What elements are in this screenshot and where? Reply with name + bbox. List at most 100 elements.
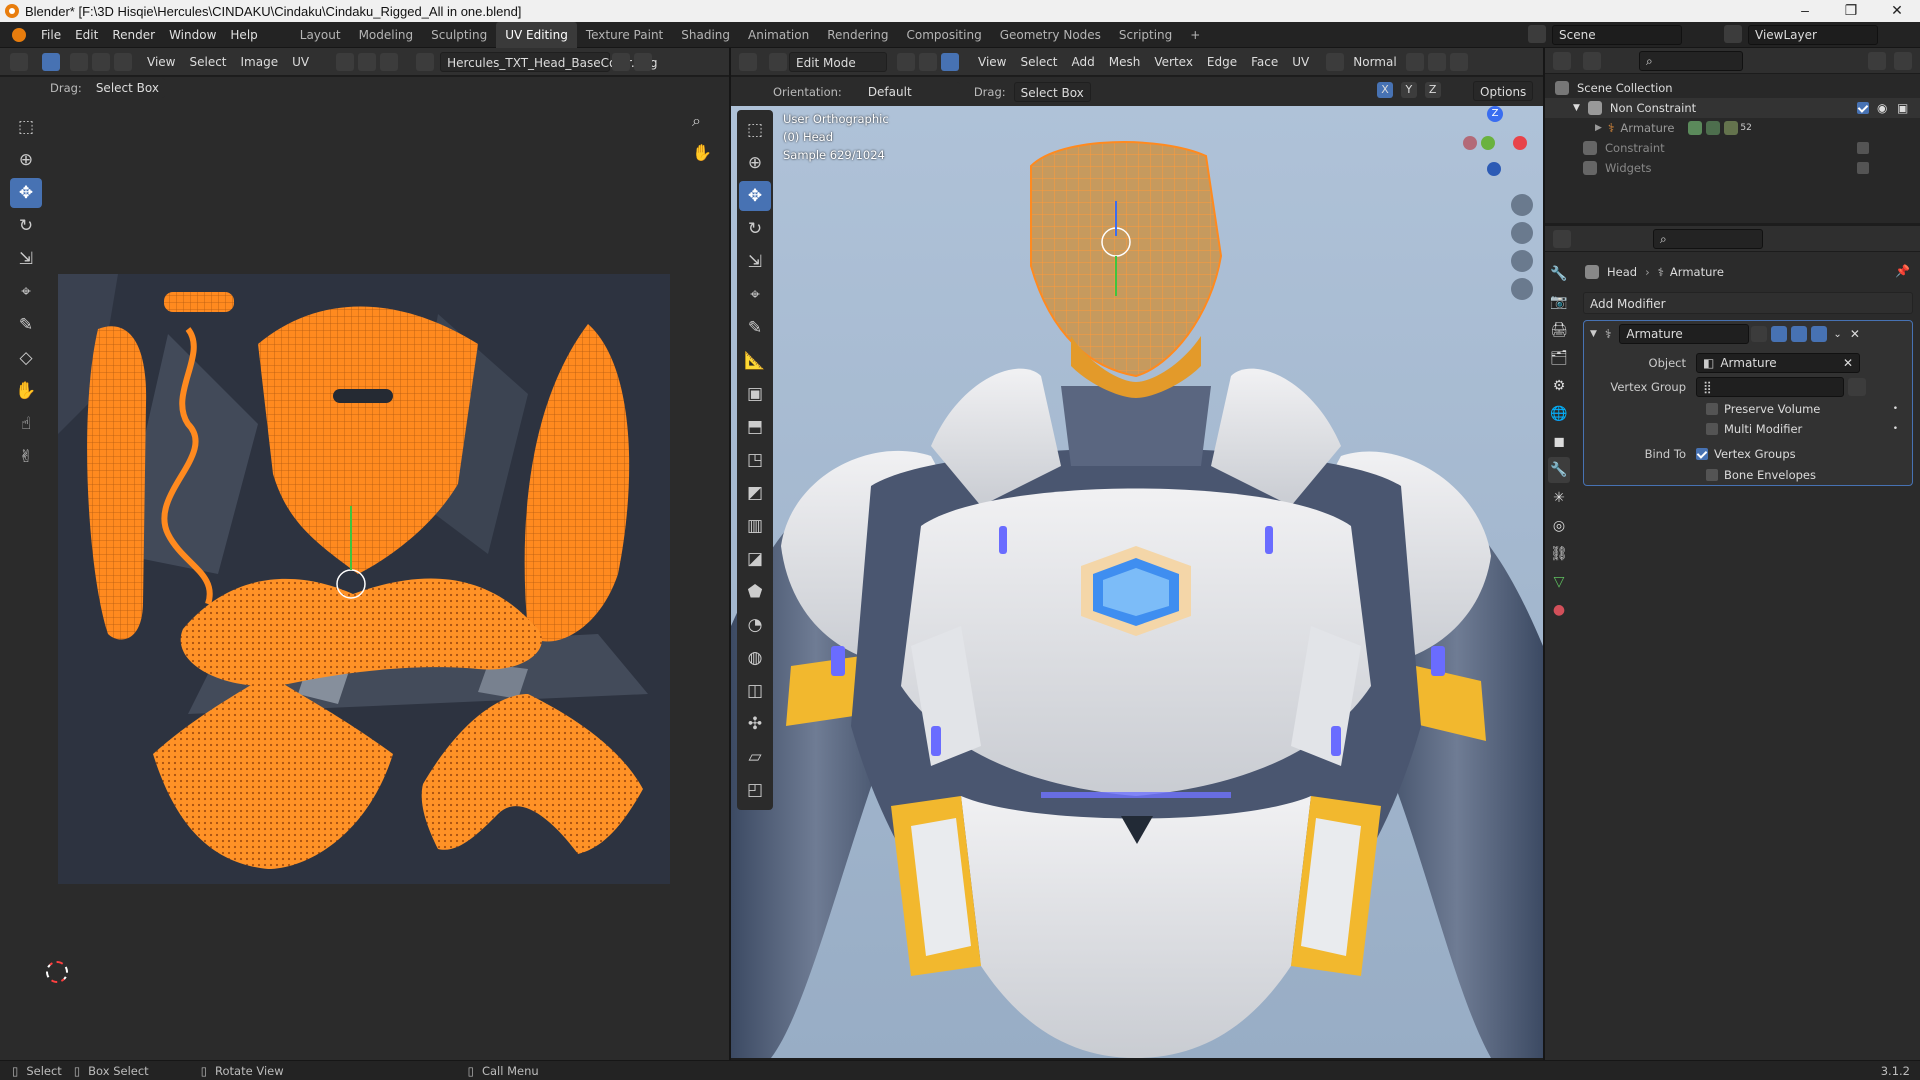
vp-menu-uv[interactable]: UV <box>1285 55 1316 69</box>
rip-tool-icon[interactable]: ◇ <box>10 343 42 373</box>
new-image-icon[interactable] <box>634 52 653 71</box>
modifier-menu-icon[interactable]: ⌄ <box>1833 329 1841 340</box>
pan-hand-icon[interactable]: ✋ <box>692 143 712 162</box>
uv-menu-image[interactable]: Image <box>234 55 286 69</box>
move-tool-icon[interactable]: ✥ <box>10 178 42 208</box>
tab-geometry-nodes[interactable]: Geometry Nodes <box>991 22 1110 48</box>
grab-tool-icon[interactable]: ✋ <box>10 376 42 406</box>
animate-property-icon[interactable]: • <box>1893 404 1898 414</box>
world-tab-icon[interactable]: 🌐 <box>1548 401 1570 427</box>
cursor-tool-icon[interactable]: ⊕ <box>10 145 42 175</box>
tab-rendering[interactable]: Rendering <box>818 22 897 48</box>
spin-icon[interactable]: ◔ <box>739 610 771 640</box>
annotate-tool-icon[interactable]: ✎ <box>10 310 42 340</box>
tab-compositing[interactable]: Compositing <box>897 22 990 48</box>
edit-mode-toggle-icon[interactable] <box>1751 326 1768 342</box>
pivot-icon[interactable] <box>336 52 355 71</box>
transform-orientation-dropdown[interactable]: Normal <box>1346 55 1403 69</box>
proportional-edit-icon[interactable] <box>1449 52 1468 71</box>
knife-icon[interactable]: ◪ <box>739 544 771 574</box>
preserve-volume-row[interactable]: Preserve Volume • <box>1584 399 1912 419</box>
vp-menu-edge[interactable]: Edge <box>1200 55 1244 69</box>
constraints-tab-icon[interactable]: ⛓ <box>1548 541 1570 567</box>
vp-select-box-icon[interactable]: ⬚ <box>739 115 771 145</box>
uv-menu-uv[interactable]: UV <box>285 55 316 69</box>
vp-drag-dropdown[interactable]: Select Box <box>1013 81 1091 102</box>
edge-select-icon[interactable] <box>92 52 110 71</box>
multi-modifier-checkbox[interactable] <box>1706 423 1718 435</box>
vp-measure-icon[interactable]: 📐 <box>739 346 771 376</box>
vp-scale-icon[interactable]: ⇲ <box>739 247 771 277</box>
tab-layout[interactable]: Layout <box>291 22 350 48</box>
rip-region-icon[interactable]: ◰ <box>739 775 771 805</box>
modifier-collapse-icon[interactable]: ▼ <box>1590 329 1597 339</box>
gizmo-z-axis[interactable]: Z <box>1487 106 1503 122</box>
vp-move-icon[interactable]: ✥ <box>739 181 771 211</box>
gizmo-x-axis[interactable] <box>1513 136 1527 150</box>
tab-shading[interactable]: Shading <box>672 22 739 48</box>
gizmo-neg-z-axis[interactable] <box>1487 162 1501 176</box>
loop-cut-icon[interactable]: ▥ <box>739 511 771 541</box>
outliner-row-constraint[interactable]: Constraint <box>1545 138 1920 158</box>
axis-z-toggle[interactable]: Z <box>1424 82 1441 98</box>
scene-tab-icon[interactable]: ⚙ <box>1548 373 1570 399</box>
vertex-groups-checkbox[interactable] <box>1696 448 1708 460</box>
snap-toggle-icon[interactable] <box>1427 52 1446 71</box>
tab-animation[interactable]: Animation <box>739 22 818 48</box>
remove-modifier-icon[interactable]: ✕ <box>1850 327 1860 341</box>
vertex-mode-icon[interactable] <box>897 52 915 71</box>
tool-tab-icon[interactable]: 🔧 <box>1548 261 1570 287</box>
orientation-dropdown[interactable]: Default <box>861 81 960 102</box>
image-browse-icon[interactable] <box>416 52 435 71</box>
outliner-row-widgets[interactable]: Widgets <box>1545 158 1920 178</box>
editor-type-icon[interactable] <box>10 52 28 71</box>
menu-window[interactable]: Window <box>162 22 223 48</box>
zoom-view-icon[interactable] <box>1511 194 1533 216</box>
options-dropdown[interactable]: Options <box>1473 81 1534 101</box>
rotate-tool-icon[interactable]: ↻ <box>10 211 42 241</box>
vertex-group-field[interactable]: ⣿ <box>1696 377 1844 397</box>
tab-texture-paint[interactable]: Texture Paint <box>577 22 672 48</box>
clear-object-icon[interactable]: ✕ <box>1843 354 1853 372</box>
vertex-select-icon[interactable] <box>70 52 88 71</box>
object-tab-icon[interactable]: ◼ <box>1548 429 1570 455</box>
select-box-tool-icon[interactable]: ⬚ <box>10 112 42 142</box>
viewport-toggle-icon[interactable] <box>1791 326 1808 342</box>
navigation-gizmo[interactable]: Z <box>1463 106 1535 182</box>
vp-annotate-icon[interactable]: ✎ <box>739 313 771 343</box>
vp-menu-view[interactable]: View <box>971 55 1013 69</box>
poly-build-icon[interactable]: ⬟ <box>739 577 771 607</box>
filter-icon[interactable] <box>1868 51 1886 70</box>
menu-help[interactable]: Help <box>223 22 264 48</box>
uv-sync-icon[interactable] <box>42 52 60 71</box>
render-toggle-icon[interactable] <box>1811 326 1828 342</box>
uv-texture-canvas[interactable] <box>58 274 670 884</box>
bone-envelopes-checkbox[interactable] <box>1706 469 1718 481</box>
axis-y-toggle[interactable]: Y <box>1400 82 1417 98</box>
vp-menu-face[interactable]: Face <box>1244 55 1285 69</box>
uv-menu-select[interactable]: Select <box>182 55 233 69</box>
gizmo-y-axis[interactable] <box>1481 136 1495 150</box>
vp-cursor-icon[interactable]: ⊕ <box>739 148 771 178</box>
vp-menu-add[interactable]: Add <box>1065 55 1102 69</box>
exclude-checkbox[interactable] <box>1857 162 1869 174</box>
outliner-editor-icon[interactable] <box>1553 51 1571 70</box>
add-workspace-button[interactable]: + <box>1181 22 1209 48</box>
view-layer-selector[interactable]: ViewLayer <box>1748 25 1878 45</box>
extrude-icon[interactable]: ⬒ <box>739 412 771 442</box>
properties-search-field[interactable]: ⌕ <box>1653 228 1763 249</box>
edge-slide-icon[interactable]: ◫ <box>739 676 771 706</box>
pivot-point-icon[interactable] <box>1405 52 1424 71</box>
menu-edit[interactable]: Edit <box>68 22 105 48</box>
transform-tool-icon[interactable]: ⌖ <box>10 277 42 307</box>
outliner-row-armature[interactable]: ▶ ⚕ Armature 52 <box>1545 118 1920 138</box>
maximize-button[interactable]: ❐ <box>1828 0 1874 22</box>
outliner-row-non-constraint[interactable]: ▼ Non Constraint ◉ ▣ <box>1545 98 1920 118</box>
3d-viewport[interactable]: User Orthographic (0) Head Sample 629/10… <box>731 106 1543 1058</box>
physics-tab-icon[interactable]: ◎ <box>1548 513 1570 539</box>
expand-arrow-icon[interactable]: ▼ <box>1573 103 1580 113</box>
zoom-icon[interactable]: ⌕ <box>692 111 701 131</box>
material-tab-icon[interactable]: ● <box>1548 597 1570 623</box>
add-modifier-dropdown[interactable]: Add Modifier <box>1583 292 1913 314</box>
object-field[interactable]: ◧ Armature ✕ <box>1696 353 1860 373</box>
